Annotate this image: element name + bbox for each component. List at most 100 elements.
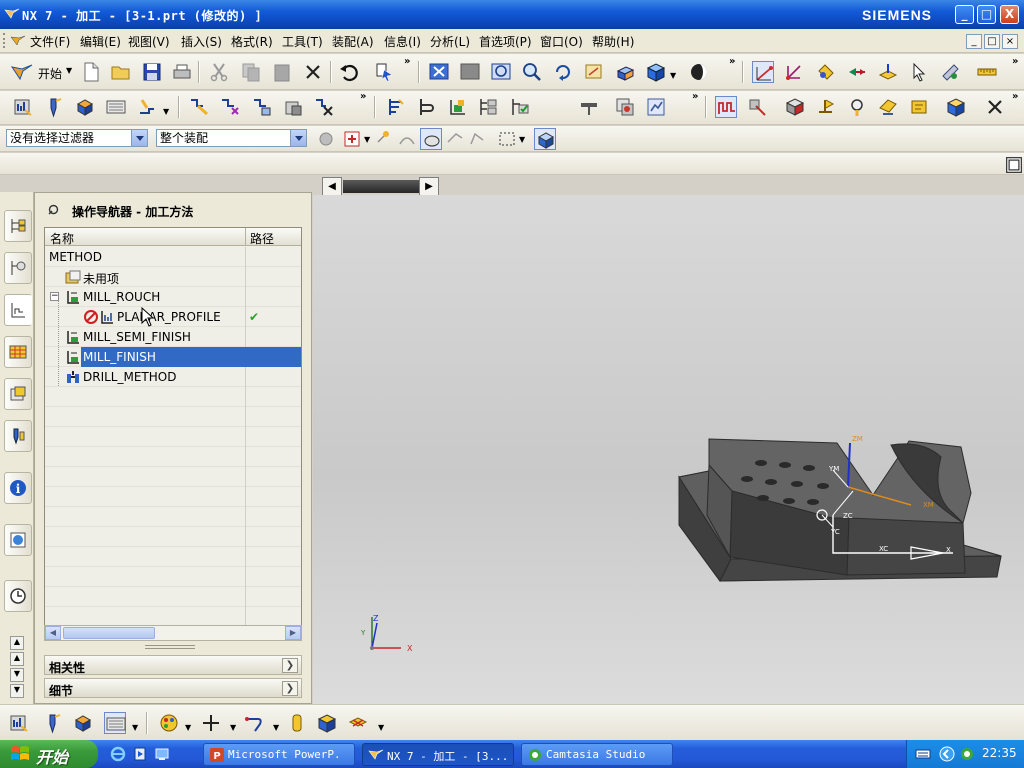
pin-icon[interactable]	[48, 204, 59, 215]
csys-dynamic-icon[interactable]	[783, 61, 805, 83]
menu-format[interactable]: 格式(R)	[231, 33, 273, 50]
create-tool-icon[interactable]	[43, 96, 65, 118]
part-navigator-tab[interactable]	[4, 378, 32, 410]
toolbar-overflow-icon[interactable]: »	[692, 91, 698, 102]
point-icon[interactable]	[815, 61, 837, 83]
render-style-dropdown-icon[interactable]: ▼	[670, 71, 676, 80]
close-button[interactable]: X	[1000, 5, 1019, 24]
snap-curve-icon[interactable]	[396, 128, 418, 150]
media-player-icon[interactable]	[132, 746, 148, 762]
rotate-icon[interactable]	[552, 61, 574, 83]
rectangle-select-dropdown-icon[interactable]: ▼	[519, 135, 525, 144]
splitter-handle[interactable]	[145, 645, 195, 649]
part-model-view[interactable]: ZM YM XM ZC YC XC X Z Y X	[313, 195, 1024, 704]
menu-file[interactable]: 文件(F)	[30, 33, 70, 50]
zoom-icon[interactable]	[521, 61, 543, 83]
next-tab-button[interactable]: ▶	[419, 177, 439, 196]
menubar-grip[interactable]	[3, 33, 7, 48]
create-tool-icon[interactable]	[42, 712, 64, 734]
title-bar[interactable]: NX 7 - 加工 - [3-1.prt (修改的) ] SIEMENS _ □…	[0, 0, 1024, 29]
tree-row-drill-method[interactable]: DRILL_METHOD	[45, 367, 301, 387]
menu-help[interactable]: 帮助(H)	[592, 33, 634, 50]
scroll-up-icon[interactable]: ▲	[10, 652, 24, 666]
menu-window[interactable]: 窗口(O)	[540, 33, 583, 50]
nx-menu-icon[interactable]	[10, 33, 26, 49]
machine-tool-view-icon[interactable]	[416, 96, 438, 118]
verify-toolpath-icon[interactable]	[282, 96, 304, 118]
taskbar-item-powerpoint[interactable]: P Microsoft PowerP.	[203, 743, 355, 766]
web-browser-tab[interactable]	[4, 524, 32, 556]
create-program-icon[interactable]	[12, 96, 34, 118]
feature-selection-icon[interactable]	[341, 128, 363, 150]
tray-collapse-icon[interactable]	[939, 746, 955, 762]
curve-icon[interactable]	[243, 712, 265, 734]
collapse-toggle-icon[interactable]: −	[50, 292, 59, 301]
new-file-icon[interactable]	[80, 61, 102, 83]
select-body-icon[interactable]	[534, 128, 556, 150]
tool-holder-icon[interactable]	[846, 96, 868, 118]
toolbar-overflow-icon[interactable]: »	[360, 91, 366, 102]
tree-row-mill-semi-finish[interactable]: MILL_SEMI_FINISH	[45, 327, 301, 347]
simulation-icon[interactable]	[645, 96, 667, 118]
blank-cube-icon[interactable]	[945, 96, 967, 118]
create-program-icon[interactable]	[8, 712, 30, 734]
create-geometry-icon[interactable]	[74, 96, 96, 118]
print-icon[interactable]	[171, 61, 193, 83]
wcs-icon[interactable]	[752, 61, 774, 83]
workpiece-icon[interactable]	[784, 96, 806, 118]
scrollbar-thumb[interactable]	[63, 627, 155, 639]
feature-dropdown-icon[interactable]: ▼	[378, 723, 384, 732]
shop-doc-icon[interactable]	[578, 96, 600, 118]
shaded-view-icon[interactable]	[614, 61, 636, 83]
block-icon[interactable]	[316, 712, 338, 734]
minimize-button[interactable]: _	[955, 5, 974, 24]
selection-scope-dropdown[interactable]: 整个装配	[156, 129, 307, 147]
command-finder-icon[interactable]	[374, 61, 396, 83]
assembly-navigator-tab[interactable]	[4, 210, 32, 242]
scroll-up-icon[interactable]: ▲	[10, 636, 24, 650]
postprocess-icon[interactable]	[614, 96, 636, 118]
plane-icon[interactable]	[877, 61, 899, 83]
scroll-down-icon[interactable]: ▼	[10, 668, 24, 682]
point-dropdown-icon[interactable]: ▼	[230, 723, 236, 732]
machine-tool-navigator-tab[interactable]	[4, 336, 32, 368]
zoom-box-icon[interactable]	[490, 61, 512, 83]
create-method-icon[interactable]	[104, 712, 126, 734]
scroll-right-icon[interactable]: ▶	[285, 626, 301, 640]
geometry-view-icon[interactable]	[447, 96, 469, 118]
chevron-down-icon[interactable]: ❯	[282, 681, 298, 696]
replay-toolpath-icon[interactable]	[219, 96, 241, 118]
point-plus-icon[interactable]	[200, 712, 222, 734]
program-order-view-icon[interactable]	[385, 96, 407, 118]
mdi-close-button[interactable]: ×	[1002, 34, 1018, 49]
undo-icon[interactable]	[338, 61, 360, 83]
generate-toolpath-icon[interactable]	[188, 96, 210, 118]
constraint-navigator-tab[interactable]	[4, 252, 32, 284]
taskbar-item-nx[interactable]: NX 7 - 加工 - [3...	[362, 743, 514, 766]
show-desktop-icon[interactable]	[154, 746, 170, 762]
save-icon[interactable]	[141, 61, 163, 83]
internet-explorer-icon[interactable]	[110, 746, 126, 762]
color-dropdown-icon[interactable]: ▼	[185, 723, 191, 732]
menu-edit[interactable]: 编辑(E)	[80, 33, 121, 50]
open-folder-icon[interactable]	[110, 61, 132, 83]
chevron-down-icon[interactable]	[290, 130, 306, 146]
reuse-library-tab[interactable]	[4, 420, 32, 452]
chevron-down-icon[interactable]: ❯	[282, 658, 298, 673]
maximize-button[interactable]: □	[977, 5, 996, 24]
fit-view-icon[interactable]	[428, 61, 450, 83]
zoom-window-icon[interactable]	[459, 61, 481, 83]
operation-navigator-tab[interactable]	[4, 294, 32, 326]
column-header-path[interactable]: 路径	[250, 230, 274, 247]
navigator-horizontal-scrollbar[interactable]: ◀ ▶	[44, 625, 302, 641]
keyboard-icon[interactable]	[915, 747, 931, 761]
pan-icon[interactable]	[583, 61, 605, 83]
sphere-view-icon[interactable]	[688, 61, 710, 83]
create-operation-icon[interactable]	[137, 96, 159, 118]
menu-view[interactable]: 视图(V)	[128, 33, 170, 50]
menu-preferences[interactable]: 首选项(P)	[479, 33, 532, 50]
toolbar-overflow-icon[interactable]: »	[404, 56, 410, 67]
shaded-cube-icon[interactable]	[645, 61, 667, 83]
toolpath-graphics-icon[interactable]	[746, 96, 768, 118]
extrude-icon[interactable]	[347, 712, 369, 734]
